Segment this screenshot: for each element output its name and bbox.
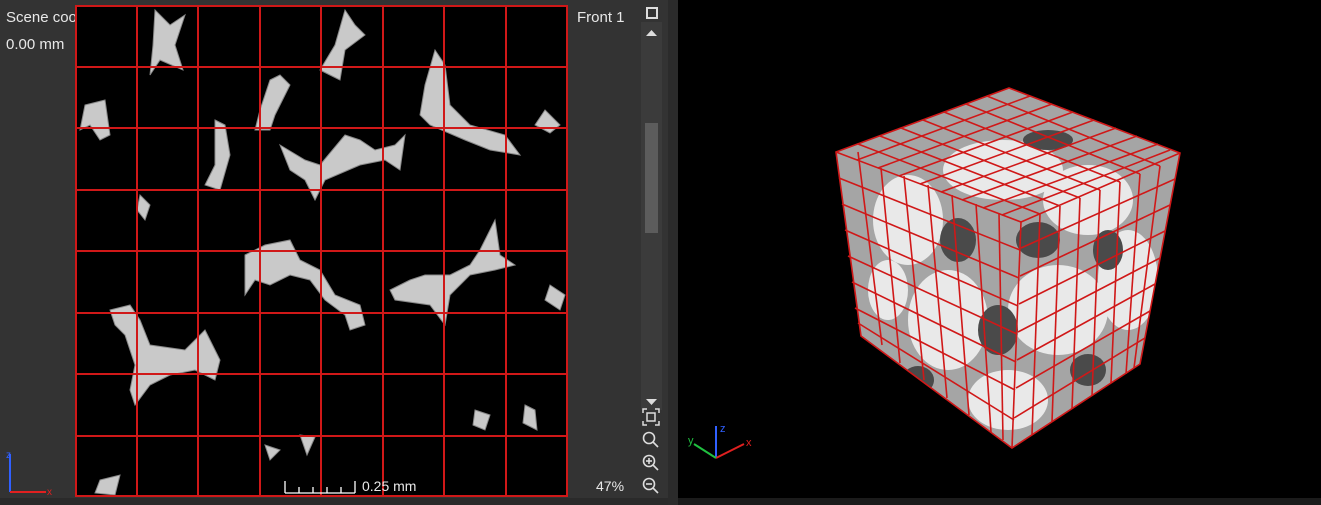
- status-strip-left: [0, 498, 668, 505]
- render-3d-panel[interactable]: z x y: [678, 0, 1321, 505]
- volume-render[interactable]: [828, 80, 1188, 455]
- slice-image[interactable]: [75, 5, 568, 497]
- zoom-in-icon[interactable]: [641, 453, 661, 473]
- axis-y-label-3d: y: [688, 435, 694, 447]
- scale-bar-label: 0.25 mm: [362, 478, 417, 494]
- status-strip-right: [678, 498, 1321, 505]
- fit-view-icon[interactable]: [641, 407, 661, 427]
- slice-view-panel[interactable]: Scene coordinate system 0.00 mm Front 1: [0, 0, 668, 505]
- zoom-level-readout: 47%: [596, 478, 625, 494]
- axes-gizmo-2d: z x: [2, 448, 58, 503]
- vertical-scrollbar[interactable]: [641, 22, 662, 410]
- axis-z-label: z: [6, 450, 11, 461]
- scroll-thumb[interactable]: [645, 122, 658, 233]
- maximize-icon[interactable]: [642, 3, 662, 23]
- axis-x-label: x: [47, 487, 52, 498]
- scroll-up-arrow-icon[interactable]: [645, 25, 658, 43]
- zoom-icon[interactable]: [641, 430, 661, 450]
- slice-position-readout: 0.00 mm: [6, 36, 65, 53]
- view-name-label: Front 1: [577, 9, 625, 26]
- zoom-out-icon[interactable]: [641, 476, 661, 496]
- axes-gizmo-3d: z x y: [686, 422, 758, 472]
- pane-divider[interactable]: [668, 0, 678, 505]
- axis-z-label-3d: z: [720, 423, 726, 435]
- axis-x-label-3d: x: [746, 437, 752, 449]
